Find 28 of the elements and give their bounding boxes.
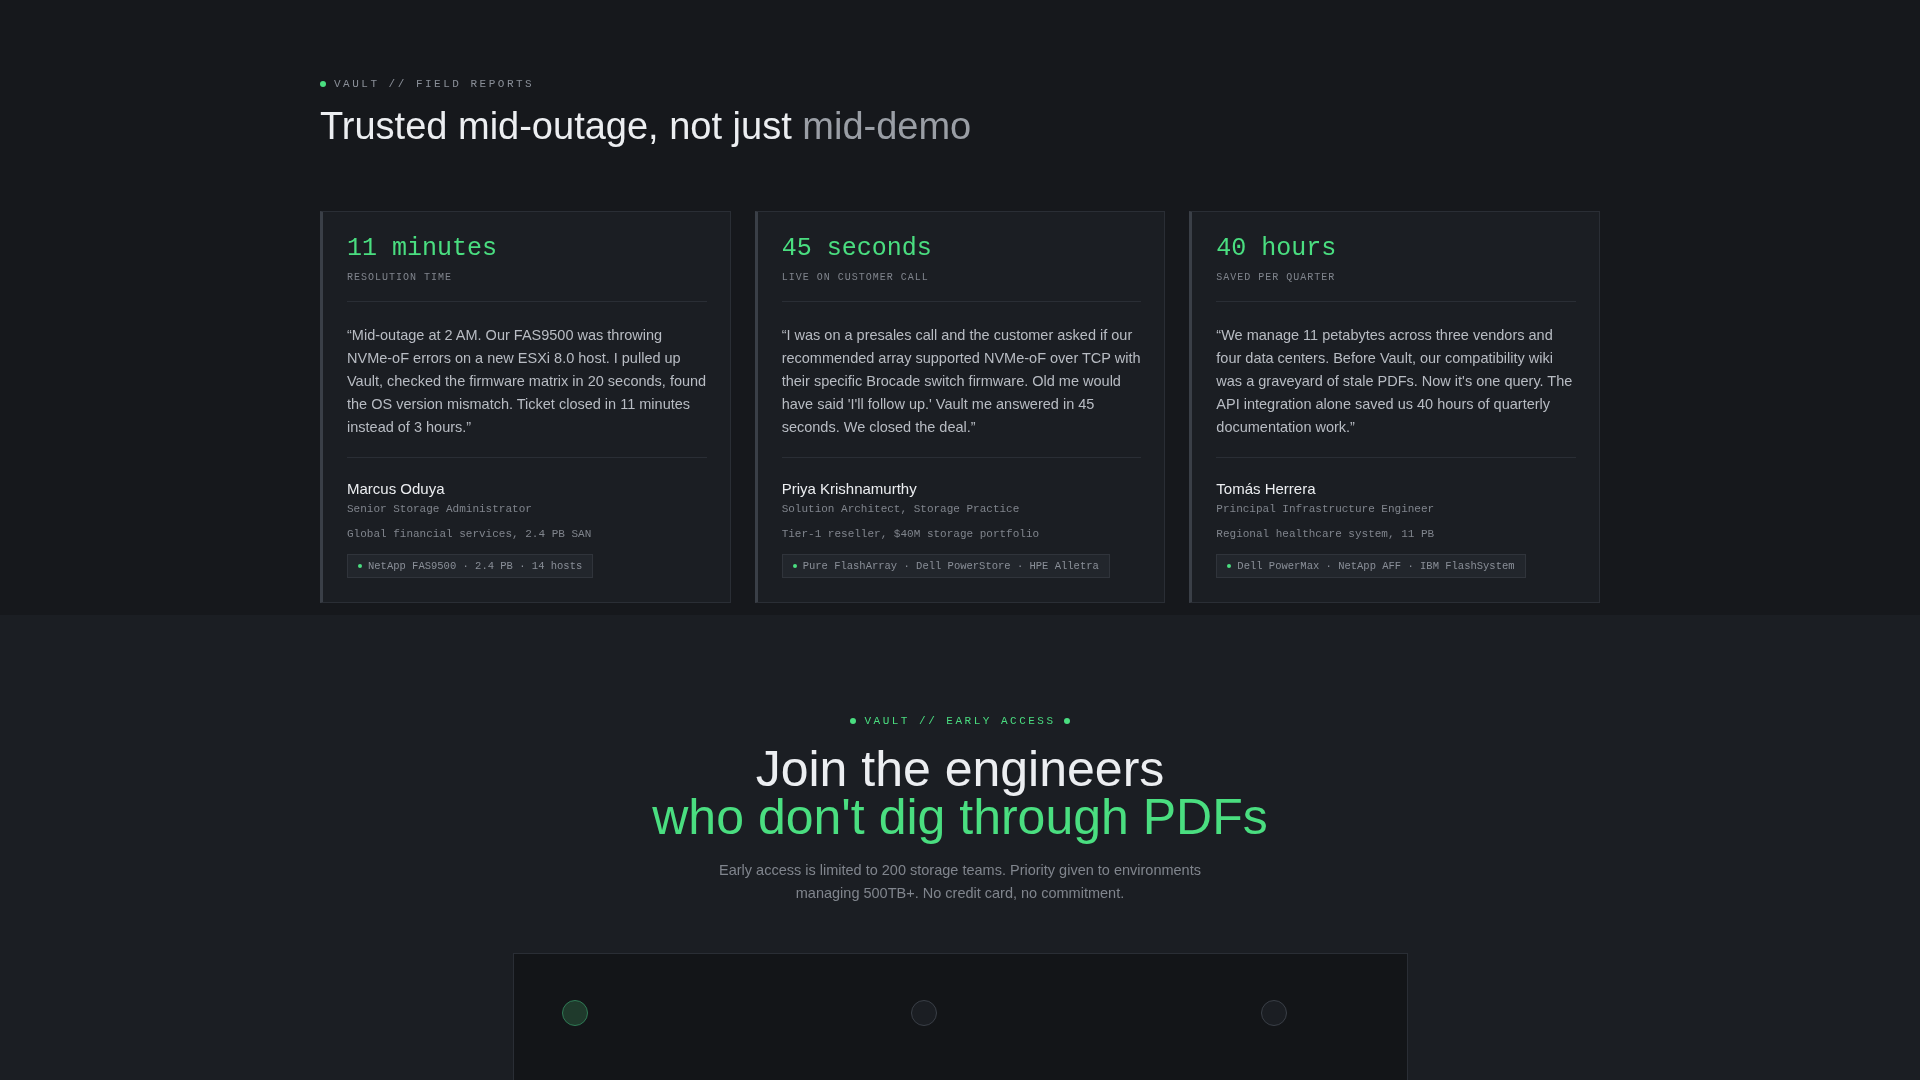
environment-tag: NetApp FAS9500 · 2.4 PB · 14 hosts	[347, 554, 594, 579]
status-dot-icon	[320, 81, 326, 87]
status-dot-icon	[1063, 718, 1070, 724]
testimonial-quote: “We manage 11 petabytes across three vendors and four data centers. Before Vault, our compatibility wiki was a graveyard of stale PDFs. Now it's one query. The API integration alone saved us 40 hours of quarterly documentation work.”	[1216, 326, 1574, 438]
author-name: Tomás Herrera	[1216, 480, 1317, 498]
author-name: Marcus Oduya	[347, 480, 446, 498]
author-role: Senior Storage Administrator	[347, 503, 533, 516]
metric-label: RESOLUTION TIME	[347, 272, 453, 284]
metric-value: 40 hours	[1216, 234, 1338, 265]
author-organization: Regional healthcare system, 11 PB	[1216, 528, 1436, 541]
testimonial-quote: “I was on a presales call and the customer asked if our recommended array supported NVMe-oF over TCP with their specific Brocade switch firmware. Old me would have said 'I'll follow up.' Vault me answered in 45 seconds. We closed the deal.”	[781, 326, 1142, 438]
author-role: Principal Infrastructure Engineer	[1216, 503, 1436, 516]
section-heading: Trusted mid-outage, not just mid-demo	[320, 104, 973, 149]
author-organization: Tier-1 reseller, $40M storage portfolio	[781, 528, 1041, 541]
section-description: Early access is limited to 200 storage teams. Priority given to environments managing 500TB+. No credit card, no commitment.	[718, 861, 1202, 903]
section-eyebrow: VAULT // EARLY ACCESS	[864, 715, 1056, 727]
author-organization: Global financial services, 2.4 PB SAN	[347, 528, 593, 541]
testimonial-quote: “Mid-outage at 2 AM. Our FAS9500 was throwing NVMe-oF errors on a new ESXi 8.0 host. I pulled up Vault, checked the firmware matrix in 20 seconds, found the OS version mismatch. Ticket closed in 11 minutes instead of 3 hours.”	[347, 326, 707, 438]
metric-label: LIVE ON CUSTOMER CALL	[781, 272, 930, 284]
section-eyebrow: VAULT // FIELD REPORTS	[334, 78, 535, 90]
environment-tag: Pure FlashArray · Dell PowerStore · HPE Alletra	[781, 554, 1110, 579]
metric-label: SAVED PER QUARTER	[1216, 272, 1337, 284]
metric-value: 45 seconds	[781, 234, 933, 265]
author-role: Solution Architect, Storage Practice	[781, 503, 1021, 516]
status-dot-icon	[850, 718, 857, 724]
environment-tag: Dell PowerMax · NetApp AFF · IBM FlashSystem	[1216, 554, 1526, 579]
author-name: Priya Krishnamurthy	[781, 480, 918, 498]
metric-value: 11 minutes	[347, 234, 499, 265]
